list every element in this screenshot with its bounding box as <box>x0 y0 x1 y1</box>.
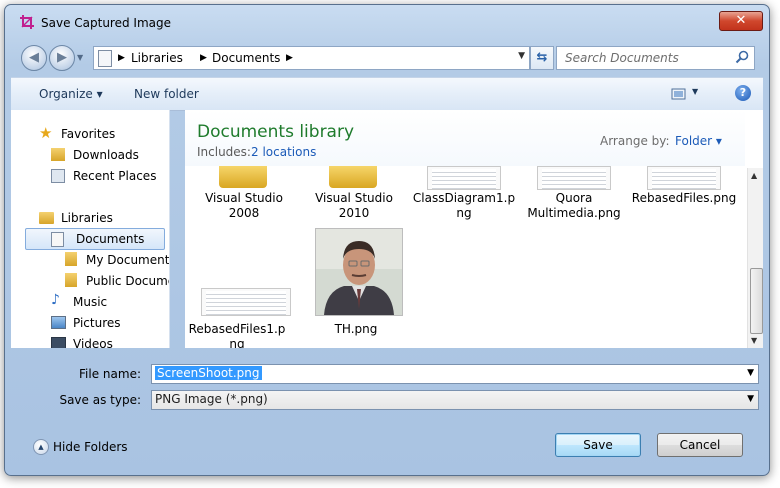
nav-music[interactable]: ♪ Music <box>51 292 161 312</box>
address-row: ◀ ▶ ▼ ▶ Libraries ▶ Documents ▶ ▼ ⇆ <box>15 41 759 71</box>
file-name-label: File name: <box>79 367 141 381</box>
file-list-pane: Documents library Includes: 2 locations … <box>185 110 763 348</box>
library-title: Documents library <box>197 122 355 142</box>
folder-icon <box>65 252 77 266</box>
command-toolbar: Organize ▾ New folder ▼ ? <box>11 77 763 111</box>
photo-thumbnail <box>315 228 403 316</box>
navigation-pane: ★ Favorites Downloads Recent Places Libr… <box>11 110 170 348</box>
nav-favorites[interactable]: ★ Favorites <box>39 124 159 144</box>
nav-my-documents[interactable]: My Documents <box>65 250 169 270</box>
search-icon[interactable] <box>735 50 749 64</box>
nav-videos[interactable]: Videos <box>51 334 161 348</box>
library-locations-link[interactable]: 2 locations <box>251 145 316 159</box>
library-includes-label: Includes: <box>197 145 251 159</box>
downloads-folder-icon <box>51 148 65 161</box>
nav-pictures[interactable]: Pictures <box>51 313 161 333</box>
image-thumbnail <box>647 166 721 190</box>
save-dialog-window: Save Captured Image ✕ ◀ ▶ ▼ ▶ Libraries … <box>4 4 770 476</box>
breadcrumb-libraries[interactable]: Libraries <box>131 51 183 65</box>
file-list-scroll-thumb[interactable] <box>750 268 763 334</box>
nav-documents[interactable]: Documents <box>25 228 165 250</box>
documents-library-icon <box>51 232 64 247</box>
image-thumbnail <box>201 288 291 316</box>
file-item[interactable]: Visual Studio 2010 <box>301 166 407 226</box>
chevron-up-icon: ▲ <box>33 439 49 455</box>
views-dropdown-icon: ▼ <box>692 87 699 96</box>
crop-icon <box>20 15 34 29</box>
recent-places-icon <box>51 169 65 183</box>
image-thumbnail <box>537 166 611 190</box>
music-note-icon: ♪ <box>51 292 60 308</box>
breadcrumb-separator-icon[interactable]: ▶ <box>200 53 207 63</box>
recent-pages-dropdown-icon[interactable]: ▼ <box>77 53 83 62</box>
save-as-type-label: Save as type: <box>59 393 141 407</box>
pictures-icon <box>51 316 66 329</box>
refresh-icon: ⇆ <box>536 50 548 65</box>
nav-public-documents[interactable]: Public Documents <box>65 271 169 291</box>
nav-libraries[interactable]: Libraries <box>39 208 159 228</box>
arrange-by-dropdown[interactable]: Folder ▾ <box>675 134 722 148</box>
scroll-up-icon[interactable]: ▲ <box>751 171 757 180</box>
refresh-button[interactable]: ⇆ <box>530 46 554 70</box>
views-menu[interactable]: ▼ <box>671 87 701 101</box>
breadcrumb-documents[interactable]: Documents <box>212 51 280 65</box>
nav-downloads[interactable]: Downloads <box>51 145 161 165</box>
views-icon <box>671 88 686 100</box>
title-bar[interactable]: Save Captured Image ✕ <box>5 5 769 35</box>
file-name-field[interactable]: ScreenShoot.png ▼ <box>151 364 759 384</box>
new-folder-button[interactable]: New folder <box>134 87 199 101</box>
arrow-right-icon: ▶ <box>57 50 67 65</box>
breadcrumb-separator-icon[interactable]: ▶ <box>118 53 125 63</box>
chevron-down-icon[interactable]: ▼ <box>747 368 754 378</box>
film-strip-icon <box>51 337 66 348</box>
save-as-type-value: PNG Image (*.png) <box>155 392 268 406</box>
save-as-type-select[interactable]: PNG Image (*.png) ▼ <box>151 390 759 410</box>
save-form: File name: ScreenShoot.png ▼ Save as typ… <box>11 349 763 469</box>
back-button[interactable]: ◀ <box>21 45 47 71</box>
help-button[interactable]: ? <box>735 85 751 101</box>
scroll-down-icon[interactable]: ▼ <box>751 336 757 345</box>
forward-button[interactable]: ▶ <box>49 45 75 71</box>
file-item[interactable]: Quora Multimedia.png <box>521 166 627 226</box>
libraries-icon <box>39 212 54 224</box>
file-list-scrollbar[interactable]: ▲ ▼ <box>747 168 763 348</box>
file-item[interactable]: ClassDiagram1.png <box>411 166 517 226</box>
folder-icon <box>219 166 267 188</box>
chevron-down-icon[interactable]: ▼ <box>747 394 754 404</box>
search-input[interactable] <box>563 50 727 66</box>
file-item[interactable]: RebasedFiles1.png <box>185 286 291 348</box>
window-title: Save Captured Image <box>41 16 171 30</box>
close-button[interactable]: ✕ <box>719 11 763 31</box>
file-item[interactable]: RebasedFiles.png <box>631 166 737 226</box>
library-address-icon <box>98 50 112 67</box>
file-item[interactable]: TH.png <box>303 228 409 348</box>
file-name-value[interactable]: ScreenShoot.png <box>155 366 262 380</box>
cancel-button[interactable]: Cancel <box>657 433 743 457</box>
image-thumbnail <box>427 166 501 190</box>
library-header: Documents library Includes: 2 locations … <box>185 110 745 166</box>
file-item[interactable]: Visual Studio 2008 <box>191 166 297 226</box>
address-bar[interactable]: ▶ Libraries ▶ Documents ▶ ▼ <box>93 46 530 70</box>
breadcrumb-separator-icon[interactable]: ▶ <box>286 53 293 63</box>
address-history-dropdown-icon[interactable]: ▼ <box>518 51 525 61</box>
nav-recent-places[interactable]: Recent Places <box>51 166 166 186</box>
folder-icon <box>65 273 77 287</box>
arrow-left-icon: ◀ <box>29 50 39 65</box>
folder-icon <box>329 166 377 188</box>
arrange-by-label: Arrange by: <box>600 134 670 148</box>
search-box[interactable] <box>556 46 755 70</box>
nav-scrollbar[interactable]: ▲ ▼ <box>169 110 170 348</box>
star-icon: ★ <box>39 124 53 142</box>
organize-menu[interactable]: Organize ▾ <box>39 87 103 101</box>
save-button[interactable]: Save <box>555 433 641 457</box>
